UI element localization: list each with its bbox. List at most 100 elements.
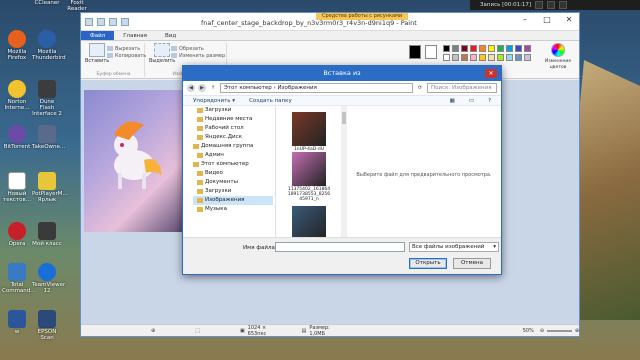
palette-swatch[interactable] [470,54,477,61]
redo-icon[interactable] [121,17,129,26]
palette-swatch[interactable] [461,54,468,61]
file-thumbnail[interactable]: 11375402_161864 1891738553_8256 45971_n [286,152,332,202]
desktop-icon-thunderbird[interactable]: Mozilla Thunderbird [32,30,66,61]
minimize-button[interactable]: – [515,13,535,27]
tree-item[interactable]: Загрузки [193,187,273,196]
tree-item[interactable]: Админ [193,151,273,160]
resize-button[interactable]: Изменить размер [171,52,225,59]
zoom-slider[interactable] [547,329,572,332]
desktop-icon-norton[interactable]: Norton Interne... [2,80,32,111]
tree-item[interactable]: Изображения [193,196,273,205]
organize-menu[interactable]: Упорядочить ▾ [193,98,235,104]
forward-button[interactable]: ▶ [198,84,206,92]
tree-item[interactable]: Загрузки [193,106,273,115]
canvas-image[interactable] [84,90,184,232]
palette-swatch[interactable] [452,45,459,52]
file-thumbnail[interactable]: 1nUP-4aD-dU [286,112,332,152]
palette-swatch[interactable] [506,54,513,61]
paint-app-icon[interactable] [85,17,93,26]
zoom-in-button[interactable]: ⊕ [575,328,579,334]
tree-item[interactable]: Недавние места [193,115,273,124]
back-button[interactable]: ◀ [187,84,195,92]
palette-swatch[interactable] [452,54,459,61]
desktop-icon-odnoklassniki[interactable]: Мой класс [32,222,62,247]
maximize-button[interactable]: □ [537,13,557,27]
palette-swatch[interactable] [497,45,504,52]
palette-swatch[interactable] [479,45,486,52]
desktop-icon-new-text[interactable]: Новый текстов... [2,172,32,203]
tree-item[interactable]: Музыка [193,205,273,214]
zoom-out-button[interactable]: ⊖ [540,328,544,334]
recorder-settings-button[interactable] [559,1,568,9]
desktop-icon-total-commander[interactable]: Total Command... [2,263,36,294]
desktop-icon-firefox[interactable]: Mozilla Firefox [2,30,32,61]
tab-home[interactable]: Главная [114,31,156,40]
palette-swatch[interactable] [443,45,450,52]
preview-pane-icon[interactable]: ▭ [469,98,474,104]
tree-item[interactable]: Этот компьютер [193,160,273,169]
new-folder-button[interactable]: Создать папку [249,98,292,104]
tree-item[interactable]: Видео [193,169,273,178]
palette-swatch[interactable] [524,54,531,61]
recorder-stop-button[interactable] [547,1,556,9]
palette-swatch[interactable] [515,54,522,61]
up-button[interactable]: ↑ [209,84,217,92]
search-input[interactable]: Поиск: Изображения [427,83,497,93]
refresh-button[interactable]: ⟳ [416,84,424,92]
total-commander-icon [8,263,26,281]
palette-swatch[interactable] [461,45,468,52]
edit-colors-button[interactable]: Изменение цветов [541,43,575,70]
crop-button[interactable]: Обрезать [171,45,225,52]
tree-item[interactable]: Документы [193,178,273,187]
desktop-icon-ccleaner[interactable]: CCleaner [32,0,62,6]
palette-swatch[interactable] [470,45,477,52]
copy-button[interactable]: Копировать [107,52,146,59]
save-icon[interactable] [97,17,105,26]
view-options-icon[interactable]: ▦ [450,98,455,104]
clipboard-group-label: Буфер обмена [96,72,131,77]
folder-icon [197,117,203,122]
palette-swatch[interactable] [515,45,522,52]
recorder-pause-button[interactable] [535,1,544,9]
open-button[interactable]: Открыть [409,258,447,269]
desktop-icon-potplayer[interactable]: PotPlayerM... Ярлык [32,172,68,203]
desktop-icon-bittorrent[interactable]: BitTorrent [2,125,32,150]
tab-view[interactable]: Вид [156,31,185,40]
cancel-button[interactable]: Отмена [453,258,491,269]
scrollbar-thumb[interactable] [342,112,346,124]
file-thumbnail[interactable] [286,206,332,239]
desktop-icon-word[interactable]: w [2,310,32,335]
file-list-scrollbar[interactable] [341,106,347,239]
desktop-icon-teamviewer[interactable]: TeamViewer 12 [32,263,65,294]
palette-swatch[interactable] [497,54,504,61]
desktop-icon-label: w [14,329,20,335]
dialog-close-button[interactable]: ✕ [485,69,497,78]
help-icon[interactable]: ? [488,98,491,104]
desktop-icon-foxit[interactable]: Foxit Reader [62,0,92,12]
filetype-select[interactable]: Все файлы изображений ▾ [409,242,499,252]
palette-swatch[interactable] [506,45,513,52]
palette-swatch[interactable] [488,54,495,61]
color-2-swatch[interactable] [425,45,437,59]
desktop-icon-opera[interactable]: Opera [2,222,32,247]
filename-input[interactable] [275,242,405,252]
address-bar[interactable]: Этот компьютер › Изображения [220,83,413,93]
desktop-icon-dune[interactable]: Dune Flash Interface 2 [32,80,62,117]
palette-swatch[interactable] [488,45,495,52]
color-1-swatch[interactable] [409,45,421,59]
close-button[interactable]: ✕ [559,13,579,27]
desktop-icon-epson[interactable]: EPSON Scan [32,310,62,341]
tree-item[interactable]: Яндекс.Диск [193,133,273,142]
desktop-icon-takeowner[interactable]: TakeOwne... [32,125,65,150]
tab-file[interactable]: Файл [81,31,115,40]
recorder-bar: Запись [00:01:17] [470,0,640,10]
tree-item[interactable]: Рабочий стол [193,124,273,133]
paste-button[interactable]: Вставить [85,43,109,64]
undo-icon[interactable] [109,17,117,26]
palette-swatch[interactable] [524,45,531,52]
palette-swatch[interactable] [479,54,486,61]
cut-button[interactable]: Вырезать [107,45,146,52]
tree-item[interactable]: Домашняя группа [193,142,273,151]
palette-swatch[interactable] [443,54,450,61]
desktop-icon-label: Mozilla Firefox [7,49,27,61]
